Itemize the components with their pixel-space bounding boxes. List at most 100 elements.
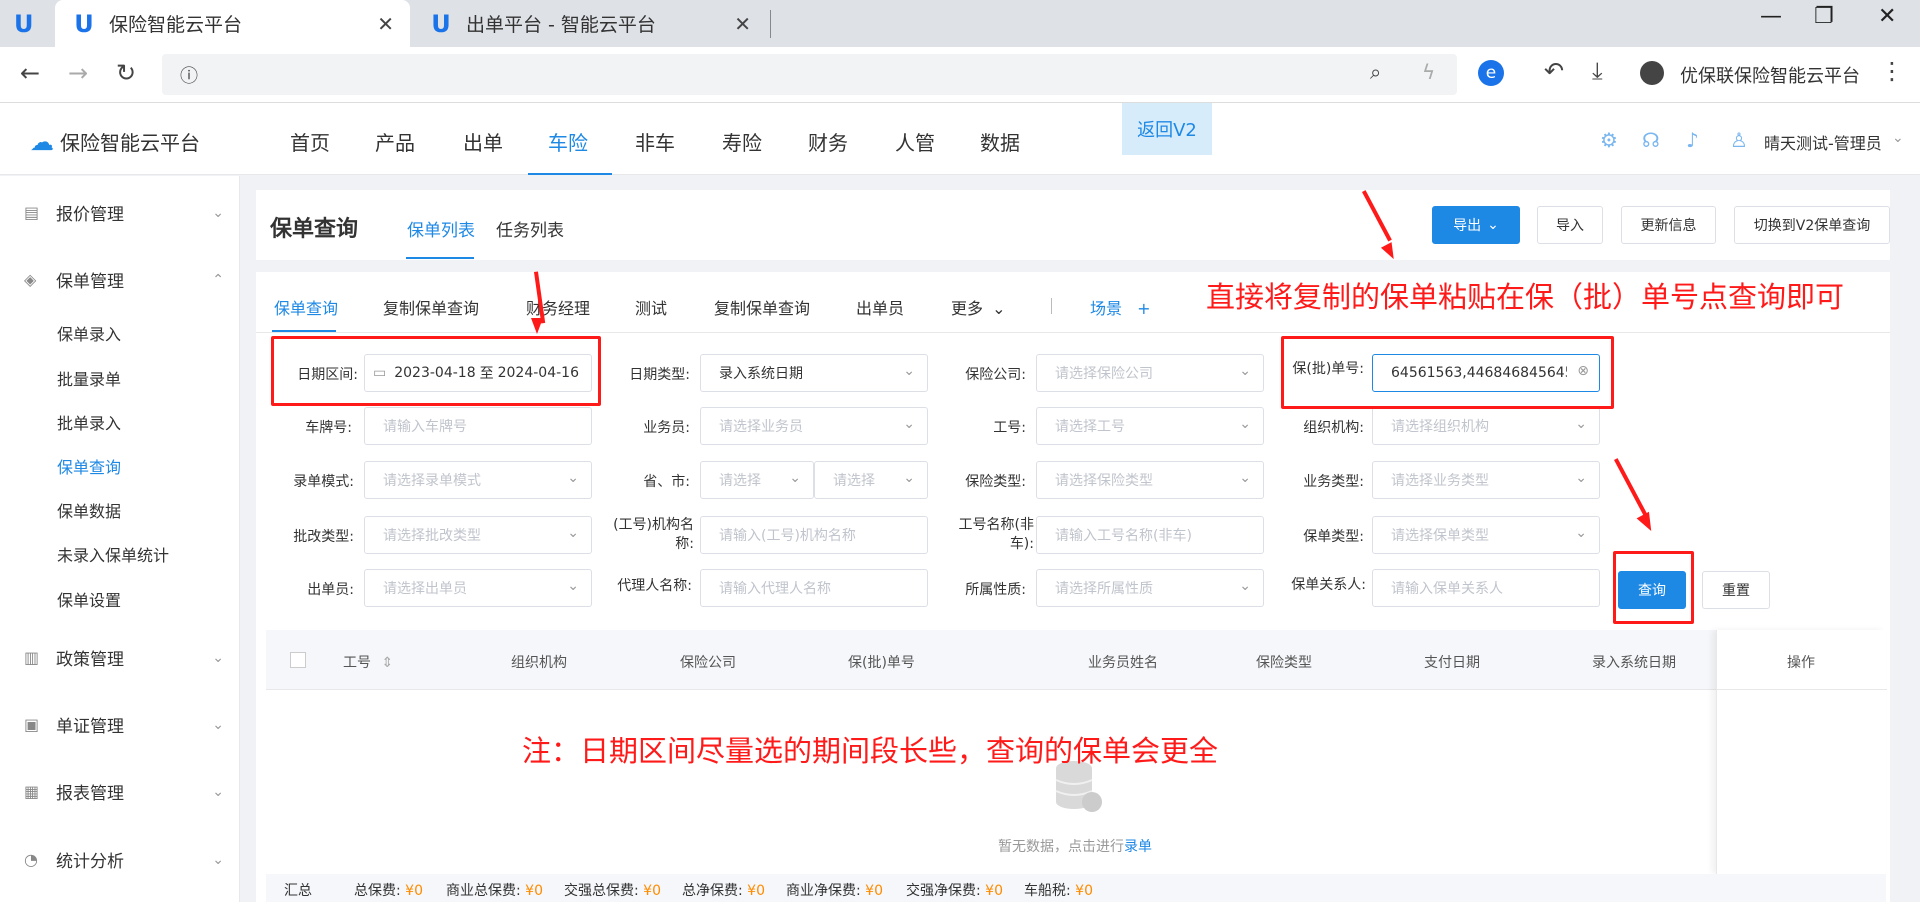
settings-icon[interactable]: ⚙ [1600,128,1618,152]
app-logo[interactable]: ☁ 保险智能云平台 [30,127,200,156]
province-select[interactable]: 请选择 ⌄ [700,461,814,499]
zoom-icon[interactable]: ⌕ [1370,60,1381,84]
close-tab-icon[interactable]: ✕ [734,12,751,36]
entry-link[interactable]: 录单 [1124,839,1152,855]
nav-data[interactable]: 数据 [980,127,1020,156]
sidebar-group-quote[interactable]: ▤ 报价管理 ⌄ [24,200,224,225]
close-window-icon[interactable]: ✕ [1878,4,1896,29]
nav-home[interactable]: 首页 [290,127,330,156]
nav-product[interactable]: 产品 [375,127,415,156]
ins-type-select[interactable]: 请选择保险类型 ⌄ [1036,461,1264,499]
sidebar-item-policy-query[interactable]: 保单查询 [57,454,121,478]
user-icon[interactable]: ♙ [1730,128,1748,152]
issuer-label: 出单员: [307,582,354,598]
filter-tab-copy-query-2[interactable]: 复制保单查询 [714,295,810,319]
scene-button[interactable]: 场景 + [1090,295,1151,319]
agent-input[interactable]: 请输入代理人名称 [700,569,928,607]
browser-tab-2[interactable]: ᑌ 出单平台 - 智能云平台 ✕ [412,0,767,47]
policy-type-label: 保单类型: [1303,529,1364,545]
reset-button[interactable]: 重置 [1702,571,1770,609]
filter-tab-policy-query[interactable]: 保单查询 [274,295,338,319]
sidebar-group-rules[interactable]: ▥ 政策管理 ⌄ [24,645,224,670]
filter-tab-issuer[interactable]: 出单员 [856,295,904,319]
nav-issue[interactable]: 出单 [463,127,503,156]
nav-auto[interactable]: 车险 [548,127,588,156]
tab-separator [1051,298,1052,314]
sidebar-group-reports[interactable]: ▦ 报表管理 ⌄ [24,779,224,804]
speaker-icon[interactable]: ♪ [1686,128,1699,152]
profile-avatar-icon[interactable] [1640,61,1664,85]
jobno-placeholder: 请选择工号 [1055,419,1125,435]
filter-tab-test[interactable]: 测试 [635,295,667,319]
org-select[interactable]: 请选择组织机构 ⌄ [1372,407,1600,445]
insurer-select[interactable]: 请选择保险公司 ⌄ [1036,354,1264,392]
maximize-icon[interactable]: ❐ [1814,4,1834,29]
ie-mode-icon[interactable]: e [1478,60,1504,86]
property-select[interactable]: 请选择所属性质 ⌄ [1036,569,1264,607]
issuer-select[interactable]: 请选择出单员 ⌄ [364,569,592,607]
nav-nonauto[interactable]: 非车 [635,127,675,156]
sidebar-item-endorse-entry[interactable]: 批单录入 [57,410,121,434]
sidebar-group-documents[interactable]: ▣ 单证管理 ⌄ [24,712,224,737]
profile-name[interactable]: 优保联保险智能云平台 [1680,62,1860,88]
nav-life[interactable]: 寿险 [722,127,762,156]
jobno-org-input[interactable]: 请输入(工号)机构名称 [700,516,928,554]
sidebar-item-unentered-stats[interactable]: 未录入保单统计 [57,542,169,566]
reload-icon[interactable]: ↻ [116,59,136,87]
chevron-down-icon: ⌄ [1487,217,1499,233]
headset-icon[interactable]: ☊ [1642,128,1660,152]
sidebar-group-policy[interactable]: ◈ 保单管理 ⌃ [24,267,224,292]
biz-type-select[interactable]: 请选择业务类型 ⌄ [1372,461,1600,499]
return-v2-button[interactable]: 返回V2 [1122,103,1212,155]
info-icon[interactable]: ⓘ [180,62,198,88]
select-all-checkbox[interactable] [290,652,306,668]
undo-icon[interactable]: ↶ [1544,57,1564,85]
sidebar-group-stats[interactable]: ◔ 统计分析 ⌄ [24,847,224,872]
endorse-select[interactable]: 请选择批改类型 ⌄ [364,516,592,554]
tab-task-list[interactable]: 任务列表 [496,216,564,241]
lightning-icon[interactable]: ϟ [1422,60,1435,84]
date-type-select[interactable]: 录入系统日期 ⌄ [700,354,928,392]
plate-input[interactable]: 请输入车牌号 [364,407,592,445]
sidebar-group-label: 保单管理 [56,272,124,292]
sidebar-item-policy-data[interactable]: 保单数据 [57,498,121,522]
sidebar-item-policy-entry[interactable]: 保单录入 [57,321,121,345]
city-select[interactable]: 请选择 ⌄ [814,461,928,499]
summary-total: 总保费: ¥0 [354,883,423,899]
nav-finance[interactable]: 财务 [808,127,848,156]
download-icon[interactable]: ⤓ [1592,57,1603,85]
sidebar-item-batch-entry[interactable]: 批量录单 [57,366,121,390]
nav-hr[interactable]: 人管 [895,127,935,156]
filter-tab-finance-manager[interactable]: 财务经理 [526,295,590,319]
filter-tab-copy-query-1[interactable]: 复制保单查询 [383,295,479,319]
forward-icon[interactable]: → [68,59,88,87]
minimize-icon[interactable]: — [1760,4,1782,29]
policy-type-select[interactable]: 请选择保单类型 ⌄ [1372,516,1600,554]
back-icon[interactable]: ← [20,59,40,87]
close-tab-icon[interactable]: ✕ [377,12,394,36]
jobno-select[interactable]: 请选择工号 ⌄ [1036,407,1264,445]
browser-menu-icon[interactable]: ⋮ [1880,57,1904,85]
sidebar-item-policy-settings[interactable]: 保单设置 [57,587,121,611]
entry-mode-select[interactable]: 请选择录单模式 ⌄ [364,461,592,499]
salesman-select[interactable]: 请选择业务员 ⌄ [700,407,928,445]
browser-tab-1[interactable]: ᑌ 保险智能云平台 ✕ [55,0,410,47]
contact-input[interactable]: 请输入保单关系人 [1372,569,1600,607]
filter-tab-more[interactable]: 更多 ⌄ [951,295,1006,319]
export-button[interactable]: 导出 ⌄ [1432,206,1520,244]
biz-type-label: 业务类型: [1303,474,1364,490]
jobno-name-input[interactable]: 请输入工号名称(非车) [1036,516,1264,554]
user-dropdown-icon[interactable]: ⌄ [1892,130,1904,146]
user-name[interactable]: 晴天测试-管理员 [1764,130,1882,154]
col-jobno[interactable]: 工号 ⇕ [343,652,393,672]
import-button[interactable]: 导入 [1537,206,1603,244]
endorse-label: 批改类型: [293,529,354,545]
col-salesman: 业务员姓名 [1088,655,1158,671]
url-input[interactable]: ⓘ ⌕ ϟ [162,54,1457,95]
browser-tabbar: ᑌ ᑌ 保险智能云平台 ✕ ᑌ 出单平台 - 智能云平台 ✕ — ❐ ✕ [0,0,1920,47]
tab-policy-list[interactable]: 保单列表 [407,216,475,241]
switch-v2-button[interactable]: 切换到V2保单查询 [1734,206,1890,244]
update-info-button[interactable]: 更新信息 [1621,206,1716,244]
sort-icon[interactable]: ⇕ [381,655,393,671]
browser-logo-icon[interactable]: ᑌ [14,10,34,38]
